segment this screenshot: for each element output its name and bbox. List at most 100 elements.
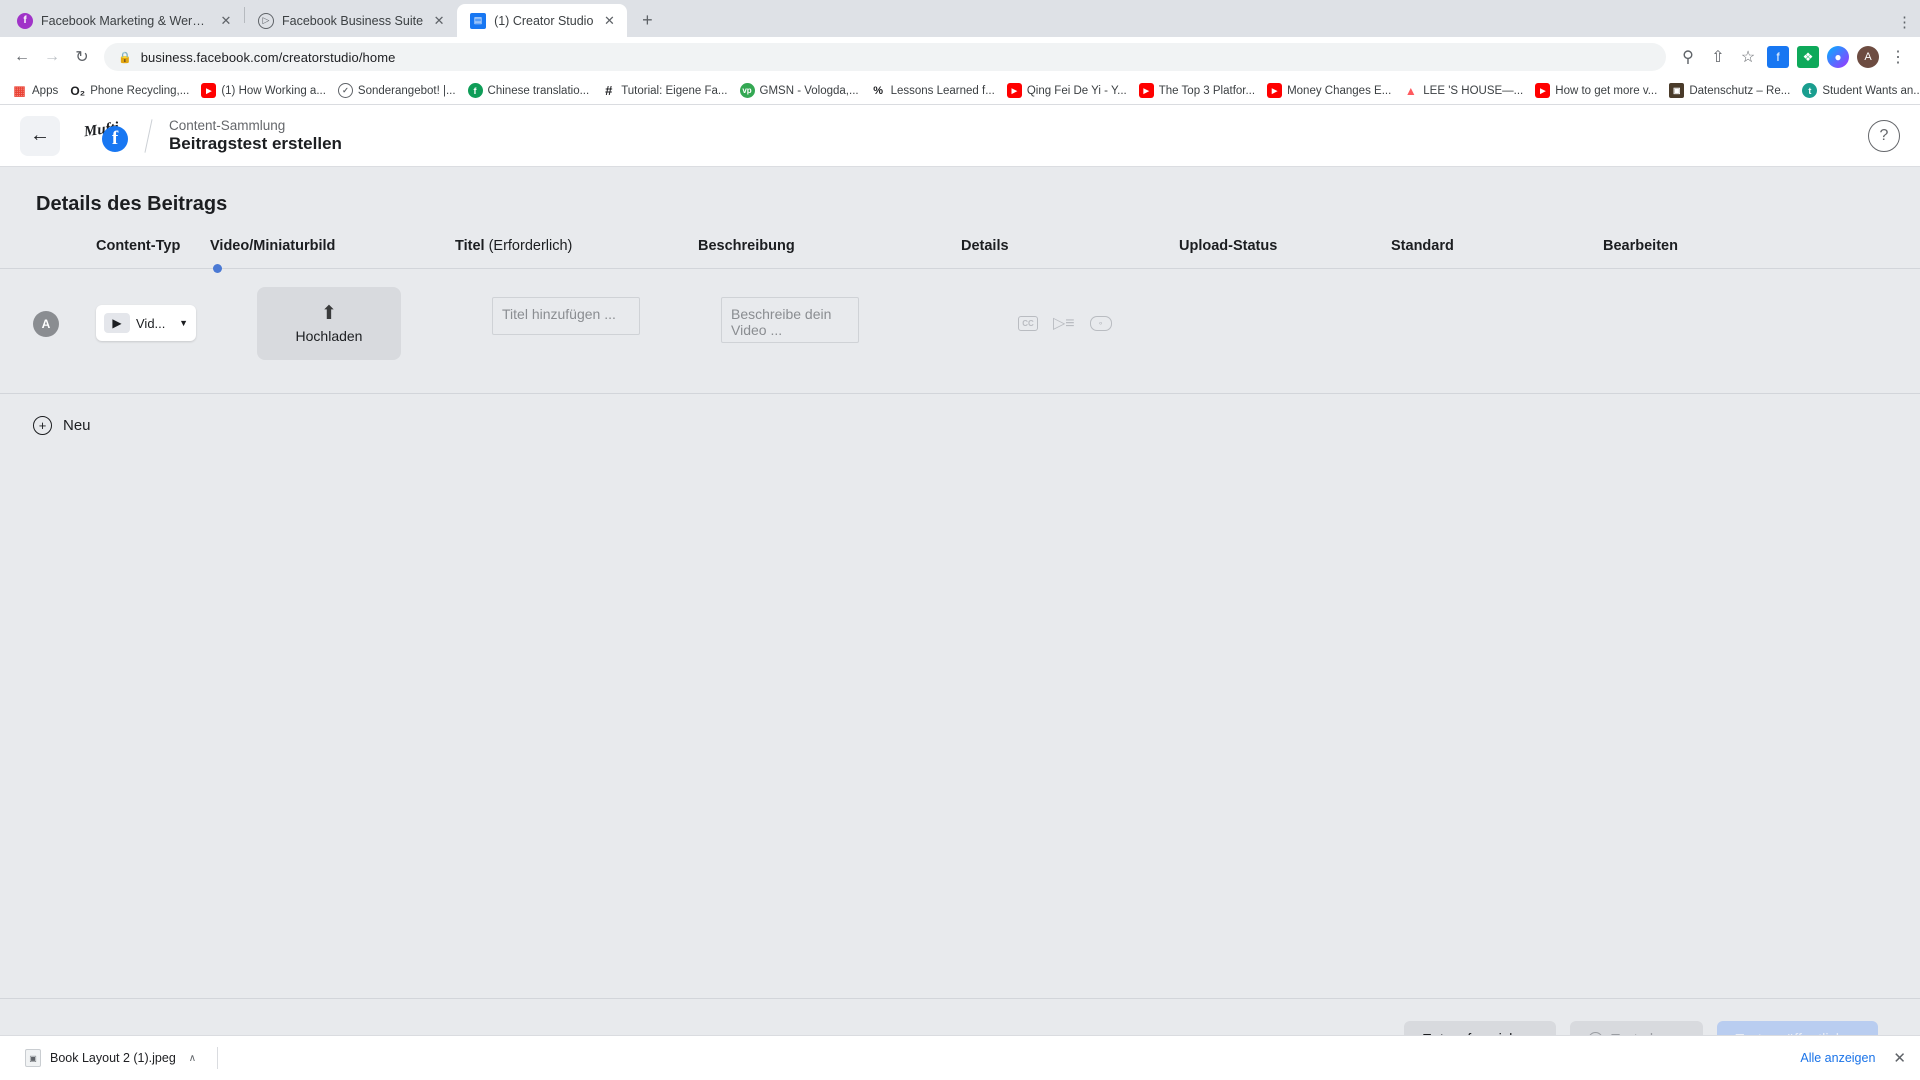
messenger-extension-glyph: ● [1827, 46, 1849, 68]
puzzle-extension-glyph: ❖ [1797, 46, 1819, 68]
facebook-extension-icon[interactable]: f [1764, 43, 1792, 71]
column-header-details: Details [961, 238, 1009, 254]
address-bar[interactable]: 🔒 business.facebook.com/creatorstudio/ho… [104, 43, 1666, 71]
bookmark-4[interactable]: f Chinese translatio... [462, 80, 596, 101]
bookmark-apps[interactable]: ▦ Apps [6, 80, 64, 101]
bookmark-12[interactable]: ▶ How to get more v... [1529, 80, 1663, 101]
chrome-menu-icon[interactable]: ⋮ [1884, 43, 1912, 71]
download-bar-right: Alle anzeigen ✕ [1800, 1049, 1906, 1067]
profile-avatar-letter: A [1857, 46, 1879, 68]
puzzle-extension-icon[interactable]: ❖ [1794, 43, 1822, 71]
circle-v-icon: ✓ [337, 83, 353, 98]
bookmark-3[interactable]: ✓ Sonderangebot! |... [332, 80, 462, 101]
share-icon[interactable]: ⇧ [1704, 43, 1732, 71]
business-suite-icon: ▷ [258, 12, 274, 29]
bookmark-6[interactable]: vp GMSN - Vologda,... [734, 80, 865, 101]
bookmark-label: Apps [32, 84, 59, 97]
bookmark-9[interactable]: ▶ The Top 3 Platfor... [1133, 80, 1261, 101]
back-nav-icon[interactable]: ← [8, 43, 36, 71]
download-file-name: Book Layout 2 (1).jpeg [50, 1051, 176, 1065]
bookmark-label: How to get more v... [1555, 84, 1658, 97]
show-all-downloads-link[interactable]: Alle anzeigen [1800, 1051, 1875, 1065]
bookmark-label: Sonderangebot! |... [357, 84, 456, 97]
image-file-icon: ▣ [25, 1049, 41, 1067]
title-input[interactable]: Titel hinzufügen ... [492, 297, 640, 335]
content-type-dropdown[interactable]: ▶ Vid... ▼ [96, 305, 196, 341]
browser-menu-icon[interactable]: ⋮ [1897, 13, 1912, 31]
header-divider-wrap [0, 264, 1920, 273]
download-item[interactable]: ▣ Book Layout 2 (1).jpeg ∧ [14, 1043, 207, 1073]
header-text-group: Content-Sammlung Beitragstest erstellen [169, 118, 342, 154]
o2-icon: O₂ [70, 83, 86, 98]
teal-t-icon: t [1802, 83, 1818, 98]
captions-icon[interactable]: CC [1018, 315, 1038, 331]
tag-icon[interactable]: ⚬ [1089, 315, 1112, 331]
column-header-video-thumbnail: Video/Miniaturbild [210, 238, 336, 254]
chevron-up-icon[interactable]: ∧ [189, 1053, 196, 1064]
bookmark-11[interactable]: ▲ LEE 'S HOUSE—... [1397, 80, 1529, 101]
facebook-extension-glyph: f [1767, 46, 1789, 68]
playlist-icon[interactable]: ▷≡ [1053, 313, 1075, 333]
bookmark-13[interactable]: ▣ Datenschutz – Re... [1663, 80, 1796, 101]
column-header-content-type: Content-Typ [96, 238, 181, 254]
bookmark-label: Student Wants an... [1822, 84, 1920, 97]
column-header-description: Beschreibung [698, 238, 795, 254]
add-new-label: Neu [63, 417, 91, 434]
scroll-position-dot[interactable] [213, 264, 222, 273]
browser-chrome: f Facebook Marketing & Werbea ✕ ▷ Facebo… [0, 0, 1920, 105]
description-cell: Beschreibe dein Video ... [698, 287, 961, 343]
bookmark-label: Money Changes E... [1287, 84, 1392, 97]
upload-arrow-icon: ⬆ [321, 302, 337, 324]
details-cell: CC ▷≡ ⚬ [961, 287, 1179, 333]
bookmark-1[interactable]: O₂ Phone Recycling,... [64, 80, 195, 101]
app-back-button[interactable]: ← [20, 115, 60, 156]
bookmark-label: Chinese translatio... [487, 84, 590, 97]
add-new-row-button[interactable]: + Neu [0, 394, 1920, 435]
download-separator [217, 1047, 219, 1069]
table-divider [0, 268, 1920, 269]
facebook-marketing-icon: f [17, 12, 33, 29]
reload-icon[interactable]: ↻ [68, 43, 96, 71]
close-download-bar-icon[interactable]: ✕ [1893, 1049, 1906, 1067]
browser-tab-2[interactable]: ▤ (1) Creator Studio ✕ [457, 4, 628, 37]
browser-tab-0[interactable]: f Facebook Marketing & Werbea ✕ [4, 4, 244, 37]
column-header-upload-status: Upload-Status [1179, 238, 1278, 254]
youtube-icon: ▶ [1535, 83, 1551, 98]
tab-close-icon[interactable]: ✕ [601, 13, 617, 29]
toolbar-right: ⚲ ⇧ ☆ f ❖ ● A ⋮ [1674, 43, 1912, 71]
tab-close-icon[interactable]: ✕ [218, 13, 234, 29]
title-cell: Titel hinzufügen ... [455, 287, 698, 335]
profile-avatar[interactable]: A [1854, 43, 1882, 71]
description-input[interactable]: Beschreibe dein Video ... [721, 297, 859, 343]
plus-circle-icon: + [33, 416, 52, 435]
bookmark-10[interactable]: ▶ Money Changes E... [1261, 80, 1397, 101]
bookmark-star-icon[interactable]: ☆ [1734, 43, 1762, 71]
youtube-icon: ▶ [1138, 83, 1154, 98]
forward-nav-icon[interactable]: → [38, 43, 66, 71]
table-header-row: Content-Typ Video/Miniaturbild Titel (Er… [0, 216, 1920, 254]
bookmark-7[interactable]: % Lessons Learned f... [865, 80, 1001, 101]
airbnb-icon: ▲ [1404, 83, 1417, 98]
tab-close-icon[interactable]: ✕ [431, 13, 447, 29]
url-text: business.facebook.com/creatorstudio/home [140, 49, 396, 65]
browser-tab-1[interactable]: ▷ Facebook Business Suite ✕ [245, 4, 457, 37]
percent-icon: % [873, 84, 883, 97]
hash-icon: # [605, 83, 613, 98]
column-header-title: Titel (Erforderlich) [455, 238, 698, 254]
help-button[interactable]: ? [1868, 119, 1900, 152]
bookmark-2[interactable]: ▶ (1) How Working a... [195, 80, 332, 101]
search-icon[interactable]: ⚲ [1674, 43, 1702, 71]
bookmark-8[interactable]: ▶ Qing Fei De Yi - Y... [1001, 80, 1133, 101]
facebook-logo-icon: f [102, 125, 128, 152]
creator-studio-icon: ▤ [470, 12, 487, 29]
messenger-extension-icon[interactable]: ● [1824, 43, 1852, 71]
bookmark-5[interactable]: # Tutorial: Eigene Fa... [595, 80, 733, 101]
header-divider [144, 118, 153, 153]
new-tab-button[interactable]: + [633, 6, 661, 34]
upload-button[interactable]: ⬆ Hochladen [257, 287, 401, 360]
bookmark-label: GMSN - Vologda,... [759, 84, 859, 97]
bookmark-label: Tutorial: Eigene Fa... [621, 84, 728, 97]
page-title: Beitragstest erstellen [169, 133, 342, 153]
bookmark-label: Qing Fei De Yi - Y... [1026, 84, 1127, 97]
bookmark-14[interactable]: t Student Wants an... [1796, 80, 1920, 101]
